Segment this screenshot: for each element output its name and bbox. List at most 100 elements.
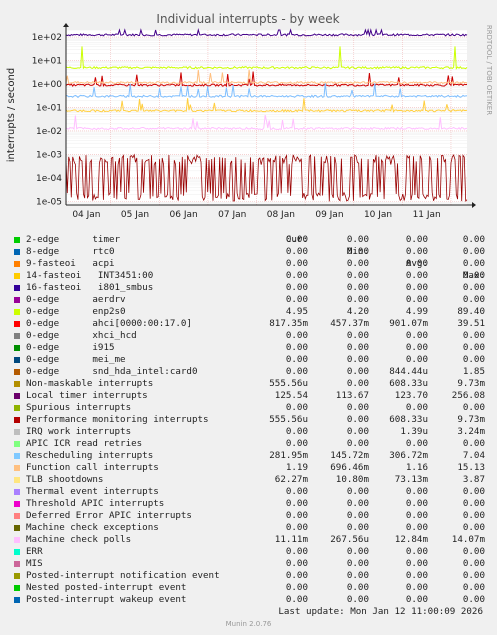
legend-row: Nested posted-interrupt event 0.00 0.00 0.0…: [12, 582, 492, 594]
legend-cur-value: 62.27m: [274, 474, 308, 485]
legend-row: 14-fasteoi INT3451:00 0.00 0.00 0.00 0.00: [12, 270, 492, 282]
legend-swatch: [14, 237, 20, 243]
legend-row: 0-edge i915 0.00 0.00 0.00 0.00: [12, 342, 492, 354]
legend-row: MIS 0.00 0.00 0.00 0.00: [12, 558, 492, 570]
y-tick-label: 1e-02: [36, 127, 62, 137]
legend-max-value: 0.00: [462, 282, 485, 293]
legend: Cur: Min: Avg: Max: 2-edge timer 0.00 0.00…: [12, 222, 492, 606]
legend-label: Local timer interrupts: [26, 390, 148, 401]
legend-row: Machine check exceptions 0.00 0.00 0.00 0.00: [12, 522, 492, 534]
legend-swatch: [14, 525, 20, 531]
y-tick-label: 1e-01: [36, 103, 62, 113]
legend-cur-value: 555.56u: [269, 378, 308, 389]
legend-label: 0-edge snd_hda_intel:card0: [26, 366, 198, 377]
legend-max-value: 89.40: [457, 306, 485, 317]
legend-cur-value: 1.19: [285, 462, 308, 473]
legend-max-value: 256.08: [451, 390, 485, 401]
legend-swatch: [14, 369, 20, 375]
legend-row: 16-fasteoi i801_smbus 0.00 0.00 0.00 0.00: [12, 282, 492, 294]
legend-cur-value: 0.00: [285, 258, 308, 269]
legend-header: Cur: Min: Avg: Max:: [12, 222, 492, 281]
legend-cur-value: 0.00: [285, 486, 308, 497]
legend-max-value: 0.00: [462, 498, 485, 509]
legend-row: 0-edge enp2s0 4.95 4.20 4.99 89.40: [12, 306, 492, 318]
legend-row: Non-maskable interrupts 555.56u 0.00 608.33…: [12, 378, 492, 390]
legend-swatch: [14, 549, 20, 555]
x-tick-label: 10 Jan: [364, 210, 392, 220]
legend-cur-value: 0.00: [285, 426, 308, 437]
legend-cur-value: 0.00: [285, 330, 308, 341]
legend-max-value: 3.87: [462, 474, 485, 485]
legend-label: Machine check exceptions: [26, 522, 159, 533]
legend-cur-value: 281.95m: [269, 450, 308, 461]
legend-label: APIC ICR read retries: [26, 438, 143, 449]
legend-swatch: [14, 333, 20, 339]
legend-swatch: [14, 537, 20, 543]
legend-max-value: 0.00: [462, 582, 485, 593]
legend-row: 0-edge ahci[0000:00:17.0] 817.35m 457.37m 9…: [12, 318, 492, 330]
legend-label: Rescheduling interrupts: [26, 450, 154, 461]
x-tick-label: 05 Jan: [121, 210, 149, 220]
legend-max-value: 9.73m: [457, 378, 485, 389]
legend-label: ERR: [26, 546, 43, 557]
legend-row: Posted-interrupt wakeup event 0.00 0.00 0.0…: [12, 594, 492, 606]
legend-label: Deferred Error APIC interrupts: [26, 510, 192, 521]
y-tick-label: 1e-03: [36, 150, 62, 160]
legend-row: 8-edge rtc0 0.00 0.00 0.00 0.00: [12, 246, 492, 258]
legend-swatch: [14, 513, 20, 519]
legend-swatch: [14, 285, 20, 291]
legend-label: IRQ work interrupts: [26, 426, 132, 437]
y-axis-arrow: [63, 23, 69, 27]
legend-swatch: [14, 429, 20, 435]
legend-swatch: [14, 321, 20, 327]
legend-max-value: 0.00: [462, 558, 485, 569]
legend-row: ERR 0.00 0.00 0.00 0.00: [12, 546, 492, 558]
legend-row: 0-edge snd_hda_intel:card0 0.00 0.00 844.44…: [12, 366, 492, 378]
x-axis-arrow: [472, 202, 476, 208]
legend-row: Function call interrupts 1.19 696.46m 1.16 1…: [12, 462, 492, 474]
legend-label: 16-fasteoi i801_smbus: [26, 282, 154, 293]
legend-cur-value: 0.00: [285, 234, 308, 245]
legend-cur-value: 817.35m: [269, 318, 308, 329]
legend-max-value: 0.00: [462, 354, 485, 365]
legend-swatch: [14, 441, 20, 447]
legend-cur-value: 0.00: [285, 354, 308, 365]
legend-cur-value: 0.00: [285, 282, 308, 293]
x-tick-label: 08 Jan: [267, 210, 295, 220]
legend-row: Performance monitoring interrupts 555.56u…: [12, 414, 492, 426]
legend-max-value: 0.00: [462, 270, 485, 281]
y-tick-label: 1e+00: [32, 80, 63, 90]
legend-max-value: 0.00: [462, 594, 485, 605]
legend-swatch: [14, 477, 20, 483]
legend-row: Rescheduling interrupts 281.95m 145.72m 306…: [12, 450, 492, 462]
legend-row: Posted-interrupt notification event 0.00 0…: [12, 570, 492, 582]
legend-max-value: 3.24m: [457, 426, 485, 437]
legend-max-value: 0.00: [462, 294, 485, 305]
legend-label: Threshold APIC interrupts: [26, 498, 165, 509]
legend-row: Local timer interrupts 125.54 113.67 123.70…: [12, 390, 492, 402]
legend-row: Machine check polls 11.11m 267.56u 12.84m 14…: [12, 534, 492, 546]
legend-cur-value: 0.00: [285, 498, 308, 509]
legend-swatch: [14, 573, 20, 579]
legend-label: Nested posted-interrupt event: [26, 582, 187, 593]
legend-cur-value: 0.00: [285, 438, 308, 449]
legend-row: 9-fasteoi acpi 0.00 0.00 0.00 0.00: [12, 258, 492, 270]
legend-cur-value: 0.00: [285, 558, 308, 569]
legend-cur-value: 0.00: [285, 294, 308, 305]
legend-cur-value: 0.00: [285, 402, 308, 413]
legend-max-value: 0.00: [462, 546, 485, 557]
y-tick-label: 1e+02: [32, 33, 62, 43]
legend-cur-value: 0.00: [285, 342, 308, 353]
legend-swatch: [14, 273, 20, 279]
legend-swatch: [14, 261, 20, 267]
legend-cur-value: 4.95: [285, 306, 308, 317]
legend-label: Non-maskable interrupts: [26, 378, 154, 389]
chart: Individual interrupts - by week interrup…: [6, 12, 493, 220]
legend-label: MIS: [26, 558, 43, 569]
legend-label: 0-edge enp2s0: [26, 306, 126, 317]
legend-cur-value: 125.54: [274, 390, 308, 401]
legend-cur-value: 0.00: [285, 582, 308, 593]
legend-cur-value: 0.00: [285, 594, 308, 605]
legend-label: Machine check polls: [26, 534, 132, 545]
legend-max-value: 14.07m: [451, 534, 485, 545]
